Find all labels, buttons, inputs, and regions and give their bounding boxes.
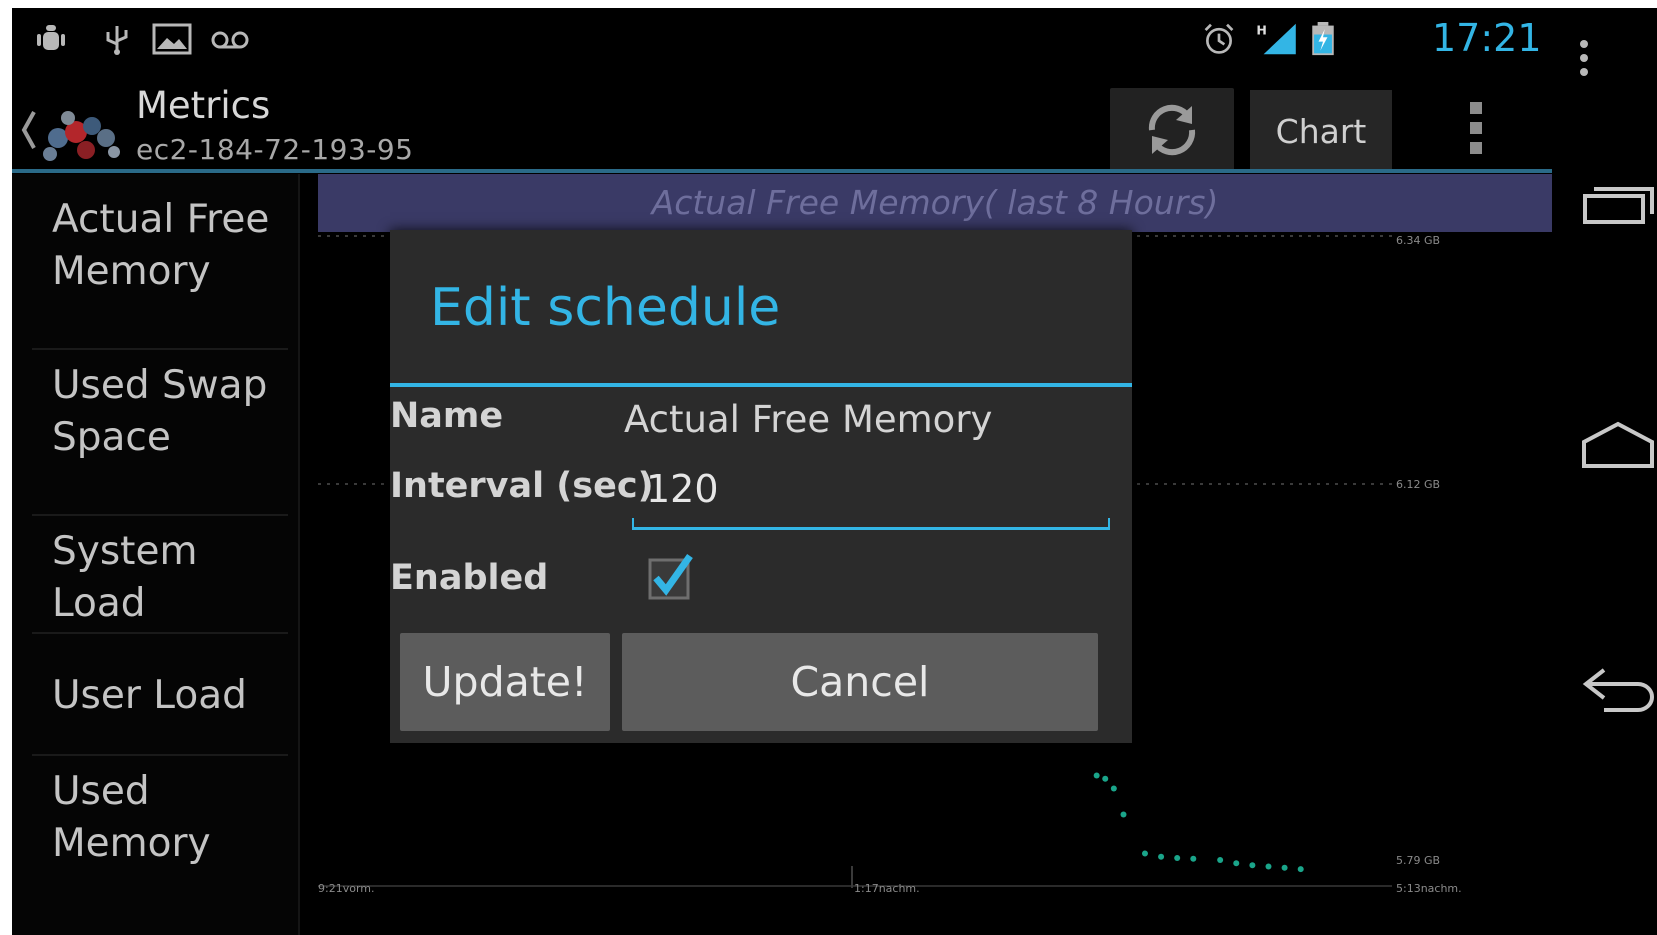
sidebar-item-used-swap-space[interactable]: Used Swap Space [32, 352, 288, 516]
chart-point [1265, 863, 1272, 870]
x-tick-label-start: 9:21vorm. [318, 882, 374, 895]
x-tick-label-end: 5:13nachm. [1396, 882, 1462, 895]
chart-point [1217, 857, 1224, 863]
alarm-icon [1204, 23, 1234, 54]
chart-point [1249, 862, 1256, 869]
image-icon [152, 23, 192, 55]
chart-point [1102, 775, 1109, 782]
chart-point [1093, 772, 1100, 779]
cancel-button[interactable]: Cancel [622, 633, 1098, 731]
enabled-label: Enabled [390, 558, 549, 598]
status-bar: H 17:21 [12, 8, 1552, 70]
chart-point [1158, 853, 1165, 860]
action-bar-divider [12, 169, 1552, 173]
chart-point [1141, 850, 1148, 857]
y-tick-label-top: 6.34 GB [1396, 234, 1440, 247]
interval-label: Interval (sec) [390, 466, 654, 506]
y-tick-label-bottom: 5.79 GB [1396, 854, 1440, 867]
edit-schedule-dialog: Edit schedule Name Actual Free Memory In… [390, 230, 1132, 743]
chart-point [1120, 811, 1127, 818]
metrics-sidebar: Actual Free Memory Used Swap Space Syste… [12, 174, 300, 935]
usb-icon [106, 26, 128, 55]
chart-title-bar: Actual Free Memory( last 8 Hours) [318, 174, 1552, 232]
signal-icon: H [1256, 23, 1296, 55]
app-logo-icon[interactable] [18, 88, 136, 168]
interval-input[interactable] [632, 460, 1110, 518]
chart-point [1174, 855, 1181, 862]
android-screen: 6.34 GB 6.12 GB 5.79 GB 9:21vorm. 1:17na… [12, 8, 1657, 935]
chart-point [1233, 860, 1240, 867]
android-debug-icon [37, 25, 65, 50]
chart-point [1281, 864, 1288, 871]
navigation-bar [1552, 8, 1657, 935]
chart-point [1110, 785, 1117, 792]
app-subtitle: ec2-184-72-193-95 [136, 133, 414, 166]
status-clock: 17:21 [1432, 16, 1542, 60]
name-label: Name [390, 396, 504, 436]
enabled-checkbox[interactable] [646, 550, 698, 602]
battery-icon [1312, 22, 1334, 56]
name-value: Actual Free Memory [624, 398, 993, 441]
recent-apps-icon[interactable] [1582, 180, 1656, 228]
overflow-menu-icon[interactable] [1467, 100, 1485, 158]
voicemail-icon [211, 31, 249, 49]
sidebar-item-used-memory[interactable]: Used Memory [32, 758, 288, 880]
sidebar-item-actual-free-memory[interactable]: Actual Free Memory [32, 194, 288, 350]
y-tick-label-mid: 6.12 GB [1396, 478, 1440, 491]
update-button[interactable]: Update! [400, 633, 610, 731]
app-title: Metrics [136, 84, 271, 127]
chart-button[interactable]: Chart [1250, 90, 1392, 172]
dialog-divider [390, 383, 1132, 387]
refresh-icon [1148, 104, 1196, 156]
back-icon[interactable] [1580, 664, 1656, 714]
x-tick-label-mid: 1:17nachm. [854, 882, 920, 895]
chart-point [1190, 855, 1197, 862]
chart-title: Actual Free Memory( last 8 Hours) [651, 183, 1219, 222]
signal-type-label: H [1256, 23, 1266, 38]
sidebar-item-user-load[interactable]: User Load [32, 636, 288, 756]
home-icon[interactable] [1580, 420, 1656, 470]
dialog-title: Edit schedule [430, 278, 781, 338]
sidebar-item-system-load[interactable]: System Load [32, 518, 288, 634]
action-bar: Metrics ec2-184-72-193-95 Chart [12, 70, 1552, 178]
refresh-button[interactable] [1110, 88, 1234, 172]
interval-input-underline [632, 518, 1110, 530]
system-overflow-icon[interactable] [1574, 38, 1594, 78]
chart-point [1297, 866, 1304, 873]
